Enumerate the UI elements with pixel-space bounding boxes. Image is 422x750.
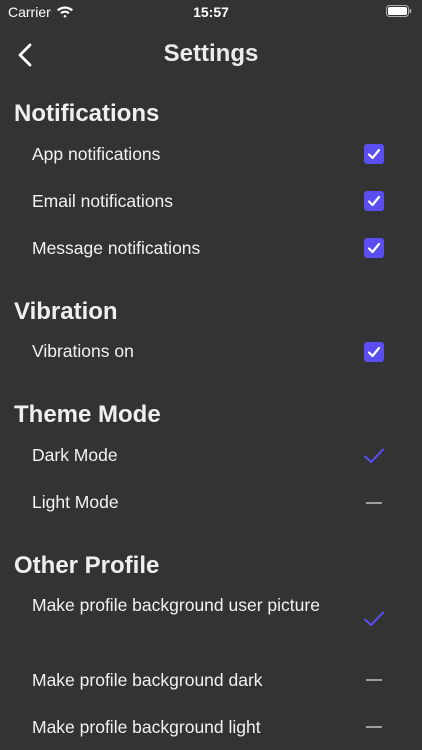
checkmark-icon [367, 148, 381, 160]
status-bar: Carrier 15:57 [0, 0, 422, 24]
row-profile-background-dark[interactable]: Make profile background dark [0, 667, 422, 694]
section-title-theme-mode: Theme Mode [14, 401, 161, 428]
battery-icon [386, 5, 412, 17]
checkmark-icon [364, 611, 384, 626]
row-profile-background-light[interactable]: Make profile background light [0, 714, 422, 741]
row-light-mode[interactable]: Light Mode [0, 489, 422, 516]
dash-icon [366, 502, 382, 504]
row-vibrations-on[interactable]: Vibrations on [0, 338, 422, 365]
row-label: Email notifications [32, 191, 174, 211]
checkmark-icon [364, 448, 384, 463]
row-label: Light Mode [32, 492, 119, 512]
checkbox-checked[interactable] [364, 144, 384, 164]
row-message-notifications[interactable]: Message notifications [0, 235, 422, 262]
row-label: Message notifications [32, 238, 201, 258]
row-app-notifications[interactable]: App notifications [0, 141, 422, 168]
row-label: Make profile background user picture [32, 595, 320, 615]
section-title-other-profile: Other Profile [14, 552, 160, 579]
checkmark-icon [367, 242, 381, 254]
row-label: Dark Mode [32, 445, 118, 465]
checkmark-icon [367, 346, 381, 358]
section-title-vibration: Vibration [14, 298, 118, 325]
row-label: Make profile background dark [32, 670, 263, 690]
section-title-notifications: Notifications [14, 100, 160, 127]
row-label: App notifications [32, 144, 161, 164]
status-time: 15:57 [193, 4, 229, 20]
checkmark-icon [367, 195, 381, 207]
checkbox-checked[interactable] [364, 342, 384, 362]
row-dark-mode[interactable]: Dark Mode [0, 442, 422, 469]
checkbox-checked[interactable] [364, 191, 384, 211]
dash-icon [366, 679, 382, 681]
navigation-bar: Settings [0, 34, 422, 78]
checkbox-checked[interactable] [364, 238, 384, 258]
row-label: Vibrations on [32, 341, 134, 361]
page-title: Settings [163, 40, 259, 67]
row-profile-background-user-picture[interactable]: Make profile background user picture [0, 592, 422, 646]
row-label: Make profile background light [32, 717, 261, 737]
dash-icon [366, 726, 382, 728]
row-email-notifications[interactable]: Email notifications [0, 188, 422, 215]
